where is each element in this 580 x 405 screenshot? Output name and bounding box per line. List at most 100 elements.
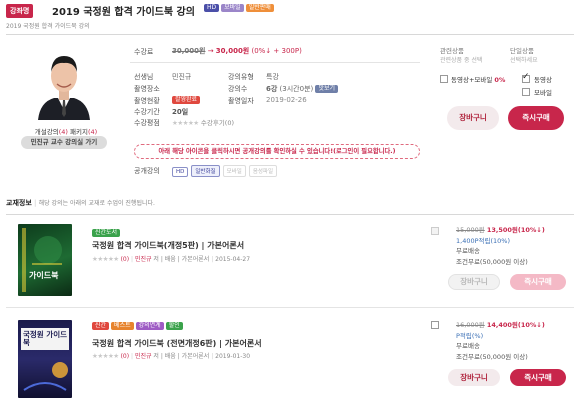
book-shipping-cond-2: 조건무료(50,000원 이상): [456, 352, 528, 361]
book-shipping-cond-1: 조건무료(50,000원 이상): [456, 257, 528, 266]
book-shipping-1: 무료배송: [456, 247, 480, 255]
lecture-count-label: 개설강의: [34, 128, 59, 136]
type-label: 강의유형: [228, 73, 254, 81]
teacher-lecture-room-button[interactable]: 민진규 교수 강의실 가기: [21, 136, 107, 149]
book-badge-2-2: 강의연계: [135, 322, 164, 330]
book-badges-2: 신간 베스트 강의연계 할인: [92, 322, 185, 330]
package-count-label: 패키지: [70, 128, 88, 136]
book-cart-button-1[interactable]: 장바구니: [448, 274, 500, 290]
public-lecture-notice: 아래 해당 아이콘을 클릭하시면 공개강의를 확인하실 수 있습니다!(로그인이…: [134, 144, 420, 159]
book-review-2: (0): [120, 353, 130, 360]
book-badge-2-3: 할인: [165, 322, 183, 330]
price-arrow: →: [207, 47, 214, 55]
book-title-1[interactable]: 국정원 합격 가이드북(개정5판) | 가본어론서: [92, 240, 244, 251]
single-label: 단일상품: [510, 47, 534, 55]
related-label: 관련상품: [440, 47, 464, 55]
date-label: 촬영일자: [228, 97, 254, 105]
price-extra: (0%↓ + 300P): [251, 47, 302, 55]
teacher-portrait-icon: [38, 56, 90, 120]
combo-option[interactable]: 동영상+모바일 0%: [451, 74, 505, 84]
page-title: 2019 국정원 합격 가이드북 강의: [52, 7, 195, 18]
title-badge-1: 모바일: [221, 4, 244, 12]
book-cover-art-icon: [22, 228, 62, 292]
info-divider: [130, 62, 420, 63]
public-lecture-label: 공개강의: [134, 167, 160, 175]
rating-stars: ★★★★★: [172, 119, 199, 127]
teacher-stats: 개설강의(4) 패키지(4): [30, 126, 102, 136]
book-buy-button-1[interactable]: 즉시구매: [510, 274, 566, 290]
related-product: 관련상품 관련상품 중 선택: [440, 45, 500, 64]
book-badge-1-0: 신간도서: [92, 229, 121, 237]
book-stars-1: ★★★★★: [92, 255, 119, 263]
date-value: 2019-02-26: [266, 96, 307, 104]
book-cover-title-1: 가이드북: [29, 271, 59, 280]
book-publisher-1: 저 | 배움 | 가본어론서: [153, 256, 210, 263]
book-author-1: 민진규: [134, 256, 152, 263]
rating-row: ★★★★★ 수강후기(0): [172, 117, 234, 127]
book-cover-title-2: 국정원 가이드북: [23, 330, 68, 347]
course-buy-button[interactable]: 즉시구매: [508, 106, 564, 130]
combo-checkbox[interactable]: [440, 75, 448, 83]
title-badge-2: 일반판매: [245, 4, 274, 12]
header: 강좌명 2019 국정원 합격 가이드북 강의 HD 모바일 일반판매 2019 국…: [6, 4, 576, 32]
price-final: 30,000원: [215, 47, 250, 55]
public-lecture-tag-2[interactable]: 모바일: [222, 165, 246, 177]
related-sub: 관련상품 중 선택: [440, 57, 483, 64]
book-points-2: P적립(%): [456, 331, 484, 340]
book-cart-button-2[interactable]: 장바구니: [448, 369, 500, 386]
period-value: 20일: [172, 108, 189, 116]
status-label: 촬영현황: [134, 97, 160, 105]
combo-label: 동영상+모바일: [451, 76, 493, 84]
book-price-final-2: 14,400원(10%↓): [486, 321, 545, 329]
place-label: 촬영장소: [134, 85, 160, 93]
book-badge-2-0: 신간: [92, 322, 110, 330]
preview-badge[interactable]: 맛보기: [315, 85, 339, 93]
combo-discount: 0%: [494, 76, 506, 84]
public-lecture-tag-1[interactable]: 일반화질: [191, 165, 220, 177]
materials-note: 해당 강의는 아래의 교재로 수업이 진행됩니다.: [38, 200, 155, 207]
single-sub: 선택하세요: [510, 57, 538, 64]
book-cover-2[interactable]: 국정원 가이드북: [18, 320, 72, 398]
single-product: 단일상품 선택하세요: [510, 45, 570, 64]
book-shipping-2: 무료배송: [456, 342, 480, 350]
book-price-final-1: 13,500원(10%↓): [486, 226, 545, 234]
book-date-1: 2015-04-27: [215, 256, 251, 263]
book-title-2[interactable]: 국정원 합격 가이드북 (전면개정6판) | 가본어론서: [92, 338, 262, 349]
title-badges: HD 모바일 일반판매: [204, 4, 276, 12]
public-lecture-tag-3[interactable]: 음성파일: [248, 165, 278, 177]
book-checkbox-2[interactable]: [431, 321, 439, 329]
rating-text[interactable]: 수강후기(0): [201, 119, 234, 127]
header-divider: [6, 34, 574, 35]
mobile-option[interactable]: 모바일: [534, 87, 552, 97]
teacher-photo: [32, 44, 96, 120]
rating-label: 수강평점: [134, 119, 160, 127]
book-stars-2: ★★★★★: [92, 352, 119, 360]
book-publisher-2: 저 | 배움 | 가본어론서: [153, 353, 210, 360]
book-author-2: 민진규: [134, 353, 152, 360]
count-value: 6강: [266, 85, 278, 93]
package-count: (4): [87, 128, 98, 136]
video-option[interactable]: 동영상: [534, 74, 552, 84]
book-divider: [6, 307, 574, 308]
count-detail: (3시간0분): [279, 85, 314, 93]
book-review-1: (0): [120, 256, 130, 263]
book-buy-button-2[interactable]: 즉시구매: [510, 369, 566, 386]
book-meta-1: ★★★★★ (0) | 민진규 저 | 배움 | 가본어론서 | 2015-04…: [92, 255, 251, 263]
book-price-2: 16,000원 14,400원(10%↓) P적립(%) 무료배송 조건무료(5…: [456, 320, 545, 362]
count-row: 6강 (3시간0분) 맛보기: [266, 84, 339, 94]
check-icon: ✓: [522, 72, 530, 82]
title-badge-0: HD: [204, 4, 220, 12]
book-cover-1[interactable]: 가이드북: [18, 224, 72, 296]
book-price-original-2: 16,000원: [456, 321, 485, 329]
mobile-checkbox[interactable]: [522, 88, 530, 96]
price-row: 30,000원 → 30,000원 (0%↓ + 300P): [172, 46, 302, 56]
period-label: 수강기간: [134, 108, 160, 116]
book-date-2: 2019-01-30: [215, 353, 251, 360]
teacher-value: 민진규: [172, 73, 192, 81]
public-lecture-tag-0[interactable]: HD: [172, 167, 189, 177]
status-badge: 촬영완료: [172, 96, 201, 104]
lecture-count: (4): [58, 128, 68, 136]
book-meta-2: ★★★★★ (0) | 민진규 저 | 배움 | 가본어론서 | 2019-01…: [92, 352, 251, 360]
book-checkbox-1[interactable]: [431, 227, 439, 235]
course-cart-button[interactable]: 장바구니: [447, 106, 499, 130]
